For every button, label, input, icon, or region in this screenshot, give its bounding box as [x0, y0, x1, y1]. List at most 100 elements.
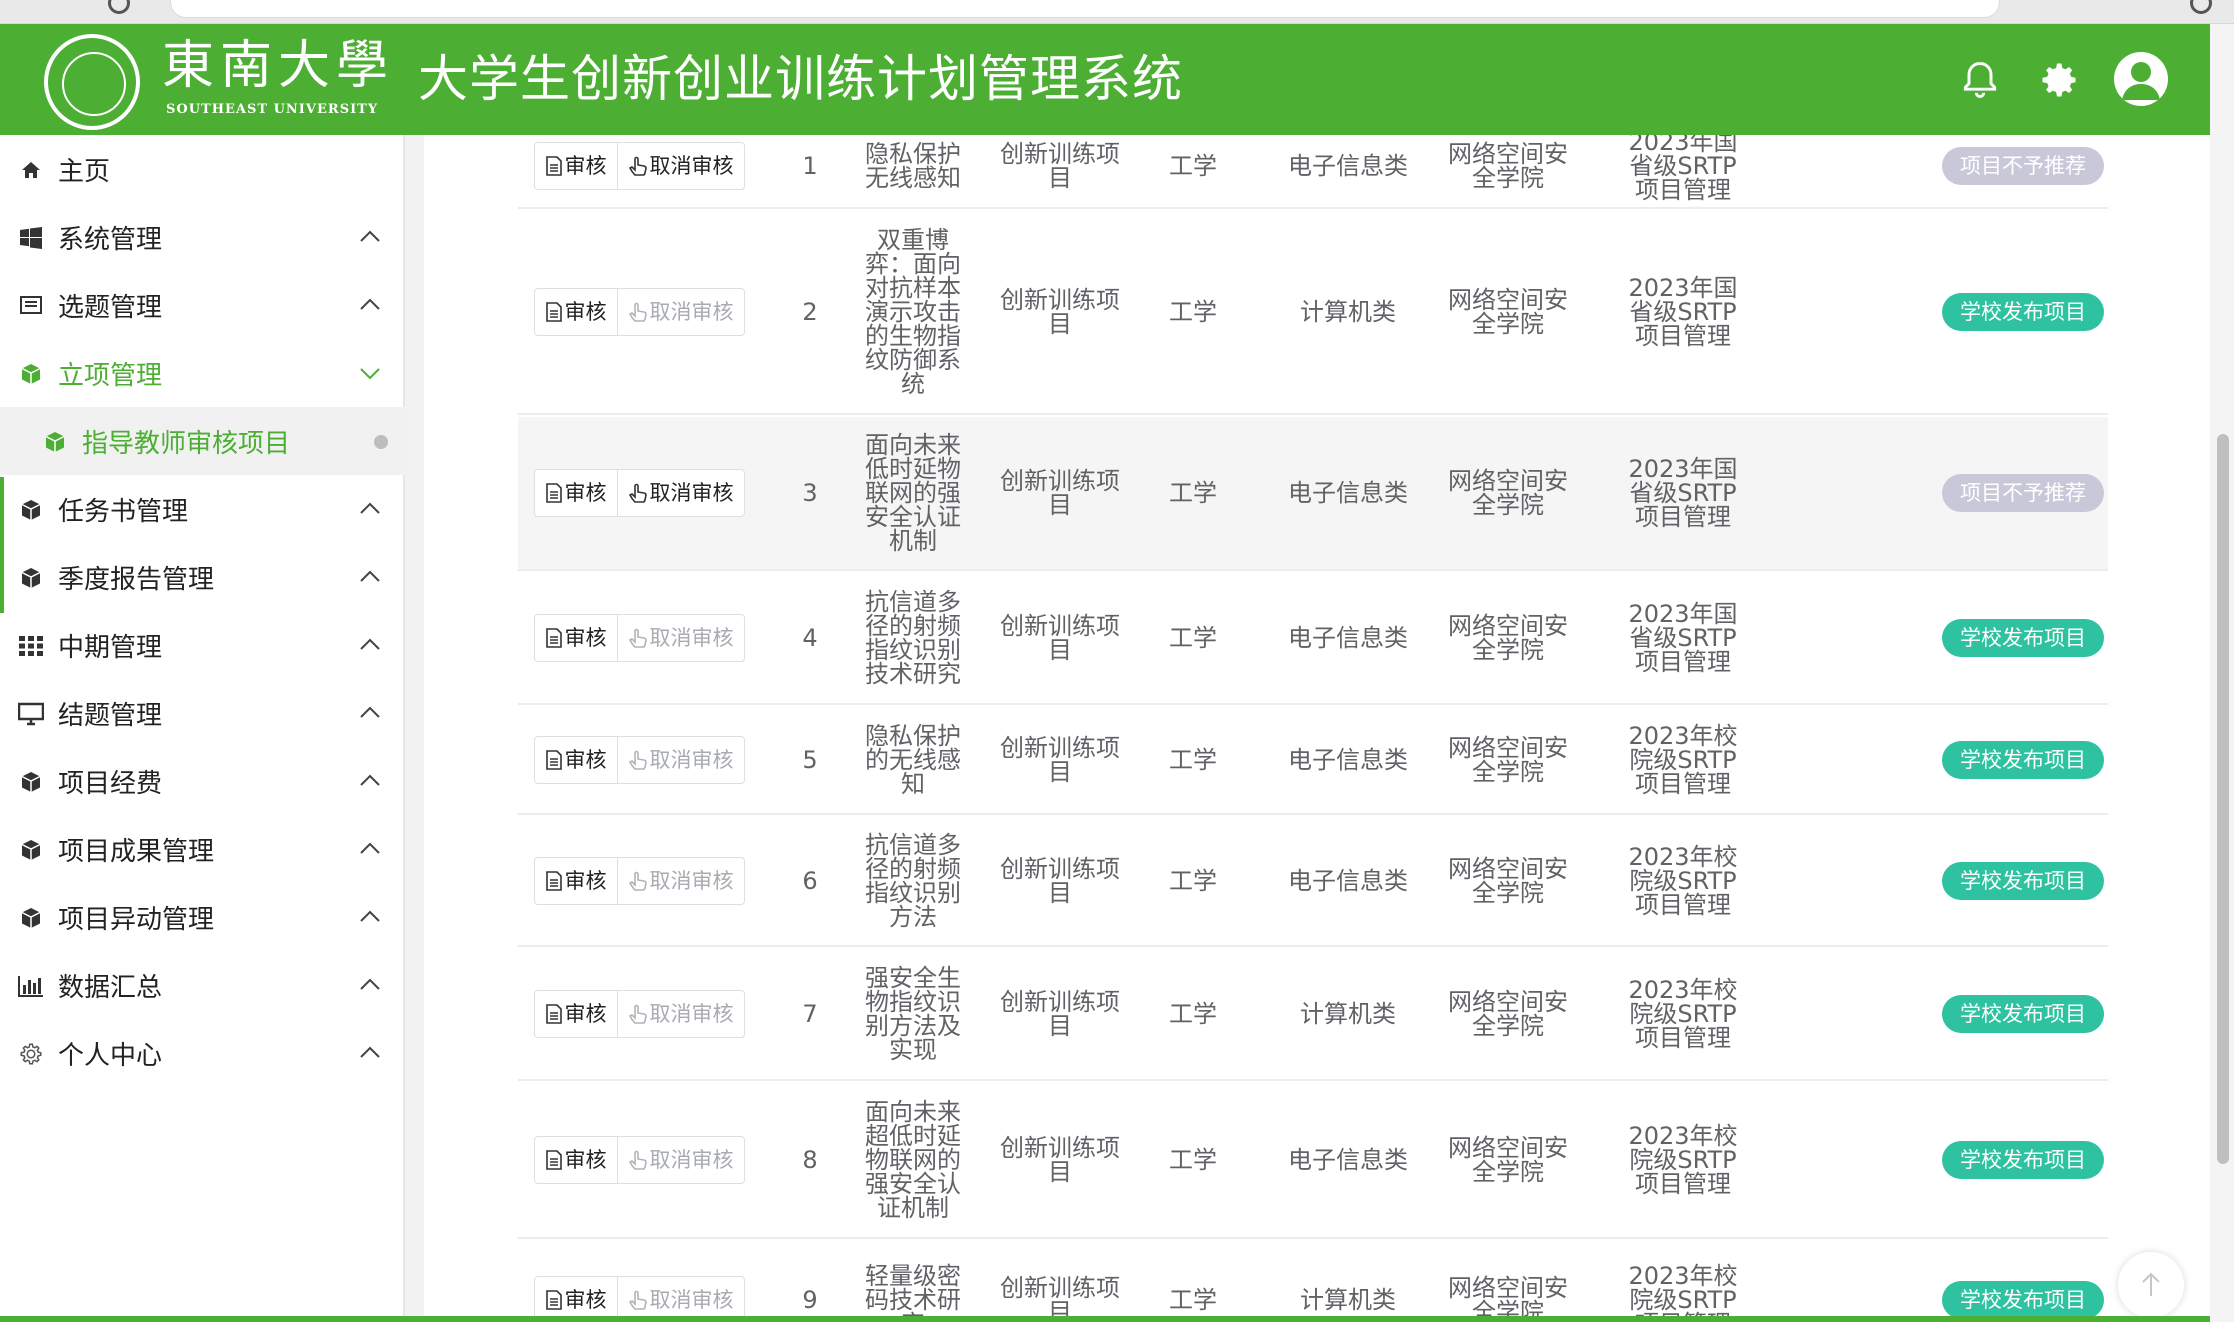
bell-icon[interactable] — [1958, 58, 2002, 102]
chevron-up-icon — [360, 706, 380, 718]
subject: 工学 — [1169, 746, 1217, 774]
sidebar-item-completion[interactable]: 结题管理 — [0, 679, 405, 747]
status-cell: 学校发布项目 — [1938, 1241, 2108, 1322]
back-to-top-button[interactable] — [2118, 1252, 2184, 1318]
sidebar-item-advisor-review[interactable]: 指导教师审核项目 — [0, 407, 405, 475]
sidebar-item-midterm[interactable]: 中期管理 — [0, 611, 405, 679]
row-actions: 审核 取消审核 — [532, 135, 746, 207]
college: 网络空间安全学院 — [1448, 467, 1568, 519]
home-icon — [18, 157, 44, 183]
project-name: 面向未来低时延物联网的强安全认证机制 — [865, 431, 961, 555]
table-row[interactable]: 审核 取消审核 9 轻量级密码技术研究创新训练项目 工学 计算机类 网络空间安全学院 2023… — [518, 1241, 2108, 1322]
action-button-group: 审核 取消审核 — [533, 736, 745, 784]
sidebar-item-topic[interactable]: 选题管理 — [0, 271, 405, 339]
chevron-up-icon — [360, 1046, 380, 1058]
sidebar-item-achievements[interactable]: 项目成果管理 — [0, 815, 405, 883]
sidebar-item-data-summary[interactable]: 数据汇总 — [0, 951, 405, 1019]
table-row[interactable]: 审核 取消审核 7 强安全生物指纹识别方法及实现 创新训练项目 工学 计算机类 网络空间安全学… — [518, 949, 2108, 1081]
discipline-category: 电子信息类 — [1288, 1146, 1408, 1174]
row-actions: 审核 取消审核 — [532, 949, 746, 1079]
review-button-label: 审核 — [564, 626, 607, 650]
sidebar-item-system[interactable]: 系统管理 — [0, 203, 405, 271]
cancel-review-button[interactable]: 取消审核 — [616, 991, 744, 1037]
status-badge: 项目不予推荐 — [1942, 474, 2104, 512]
discipline-category: 电子信息类 — [1288, 867, 1408, 895]
review-button[interactable]: 审核 — [535, 737, 617, 783]
cancel-review-button[interactable]: 取消审核 — [616, 737, 744, 783]
review-button[interactable]: 审核 — [535, 1137, 617, 1183]
project-name: 强安全生物指纹识别方法及实现 — [865, 964, 961, 1064]
profile-icon[interactable] — [2190, 0, 2212, 14]
row-number: 3 — [802, 479, 818, 507]
sidebar-item-funding[interactable]: 项目经费 — [0, 747, 405, 815]
review-button[interactable]: 审核 — [535, 615, 617, 661]
review-button[interactable]: 审核 — [535, 991, 617, 1037]
sidebar-item-quarterly-report[interactable]: 季度报告管理 — [0, 543, 405, 611]
status-cell: 学校发布项目 — [1938, 949, 2108, 1079]
review-button[interactable]: 审核 — [535, 858, 617, 904]
review-button-label: 审核 — [564, 869, 607, 893]
page-scrollbar[interactable] — [2210, 24, 2234, 1322]
document-icon — [545, 302, 562, 322]
sidebar-item-project-approval[interactable]: 立项管理 — [0, 339, 405, 407]
sidebar-item-task-book[interactable]: 任务书管理 — [0, 475, 405, 543]
status-badge: 学校发布项目 — [1942, 1281, 2104, 1319]
address-bar[interactable] — [170, 0, 2000, 18]
table-row[interactable]: 审核 取消审核 4 抗信道多径的射频指纹识别技术研究 创新训练项目 工学 电子信息类 网络空间… — [518, 573, 2108, 705]
sidebar-item-label: 任务书管理 — [58, 496, 189, 527]
status-badge: 学校发布项目 — [1942, 293, 2104, 331]
college: 网络空间安全学院 — [1448, 1274, 1568, 1322]
status-badge: 学校发布项目 — [1942, 1141, 2104, 1179]
table-row[interactable]: 审核 取消审核 1 隐私保护无线感知 创新训练项目 工学 电子信息类 网络空间安全学院 2023… — [518, 135, 2108, 209]
review-button[interactable]: 审核 — [535, 289, 617, 335]
sidebar-item-changes[interactable]: 项目异动管理 — [0, 883, 405, 951]
status-cell: 学校发布项目 — [1938, 707, 2108, 813]
status-cell: 项目不予推荐 — [1938, 417, 2108, 569]
cube-icon — [18, 769, 44, 795]
table-row[interactable]: 审核 取消审核 2 双重博弈：面向对抗样本演示攻击的生物指纹防御系统 创新训练项目 工学 计… — [518, 211, 2108, 415]
reload-icon[interactable] — [108, 0, 130, 14]
project-type: 创新训练项目 — [1000, 1274, 1120, 1322]
review-button[interactable]: 审核 — [535, 143, 617, 189]
cancel-review-button[interactable]: 取消审核 — [616, 1137, 744, 1183]
action-button-group: 审核 取消审核 — [533, 990, 745, 1038]
row-number: 7 — [802, 1000, 818, 1028]
scrollbar-thumb[interactable] — [2217, 434, 2229, 1164]
cancel-review-button[interactable]: 取消审核 — [616, 615, 744, 661]
subject: 工学 — [1169, 152, 1217, 180]
action-button-group: 审核 取消审核 — [533, 288, 745, 336]
sidebar-item-home[interactable]: 主页 — [0, 135, 405, 203]
sidebar-item-label: 季度报告管理 — [58, 564, 215, 595]
university-logo-subtitle: SOUTHEAST UNIVERSITY — [166, 102, 379, 117]
sidebar-item-personal-center[interactable]: 个人中心 — [0, 1019, 405, 1087]
table-row[interactable]: 审核 取消审核 5 隐私保护的无线感知 创新训练项目 工学 电子信息类 网络空间安全学院 202… — [518, 707, 2108, 815]
cancel-review-button[interactable]: 取消审核 — [616, 143, 744, 189]
cancel-review-button[interactable]: 取消审核 — [616, 470, 744, 516]
user-avatar[interactable] — [2114, 52, 2168, 106]
project-name: 面向未来超低时延物联网的强安全认证机制 — [865, 1098, 961, 1222]
chevron-up-icon — [360, 570, 380, 582]
row-number: 9 — [802, 1286, 818, 1314]
document-icon — [545, 1150, 562, 1170]
hand-pointer-icon — [628, 1290, 647, 1310]
status-cell: 学校发布项目 — [1938, 211, 2108, 413]
cancel-review-button[interactable]: 取消审核 — [616, 858, 744, 904]
table-row[interactable]: 审核 取消审核 3 面向未来低时延物联网的强安全认证机制 创新训练项目 工学 电子信息类 网络… — [518, 417, 2108, 571]
cancel-review-button-label: 取消审核 — [649, 1288, 734, 1312]
review-button-label: 审核 — [564, 748, 607, 772]
subject: 工学 — [1169, 1286, 1217, 1314]
gear-icon[interactable] — [2037, 58, 2081, 102]
footer-bar — [0, 1316, 2210, 1322]
chevron-up-icon — [360, 230, 380, 242]
grid-icon — [18, 633, 44, 659]
table-row[interactable]: 审核 取消审核 8 面向未来超低时延物联网的强安全认证机制 创新训练项目 工学 电子信息类 网… — [518, 1083, 2108, 1239]
sidebar-item-label: 主页 — [58, 156, 111, 187]
action-button-group: 审核 取消审核 — [533, 614, 745, 662]
review-button[interactable]: 审核 — [535, 470, 617, 516]
project-batch: 2023年国省级SRTP项目管理 — [1628, 135, 1738, 204]
monitor-icon — [18, 701, 44, 727]
active-dot — [374, 435, 388, 449]
table-row[interactable]: 审核 取消审核 6 抗信道多径的射频指纹识别方法 创新训练项目 工学 电子信息类 网络空间安全… — [518, 817, 2108, 947]
cancel-review-button[interactable]: 取消审核 — [616, 289, 744, 335]
project-type: 创新训练项目 — [1000, 1134, 1120, 1186]
